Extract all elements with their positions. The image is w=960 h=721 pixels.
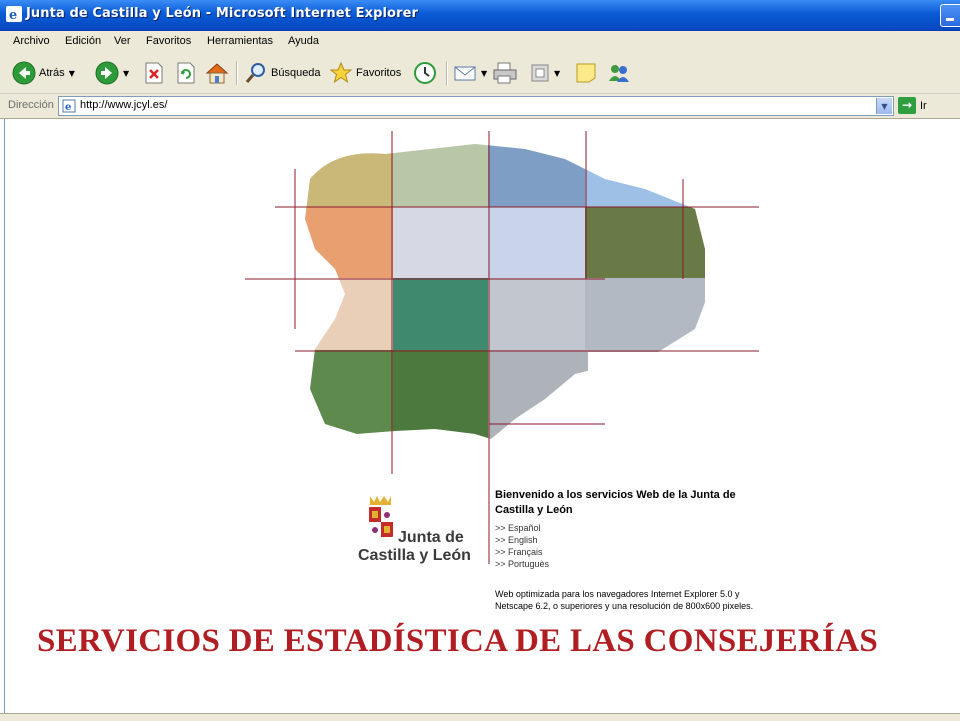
menu-favoritos[interactable]: Favoritos (146, 35, 191, 47)
print-button[interactable] (492, 59, 518, 87)
notes-button[interactable] (574, 59, 598, 87)
office-photo (393, 207, 490, 280)
history-icon (414, 62, 436, 84)
refresh-icon (177, 62, 195, 84)
welcome-panel: Bienvenido a los servicios Web de la Jun… (495, 488, 765, 612)
logo-line1: Junta de (398, 529, 464, 546)
messenger-icon (609, 65, 629, 82)
forest-photo (305, 350, 395, 439)
menu-herramientas[interactable]: Herramientas (207, 35, 273, 47)
home-icon (205, 63, 229, 84)
logo-line2: Castilla y León (358, 547, 471, 564)
forward-arrow-icon (95, 61, 119, 85)
mail-icon (454, 66, 476, 81)
rock-photo (488, 350, 588, 439)
menu-edicion[interactable]: Edición (65, 35, 101, 47)
go-arrow-icon: → (898, 97, 916, 114)
edit-button[interactable]: ▼ (530, 59, 560, 87)
window-title: Junta de Castilla y León - Microsoft Int… (26, 6, 419, 21)
svg-text:e: e (9, 8, 17, 22)
snow-mountain-photo (585, 278, 705, 352)
page-viewport[interactable]: Junta de Castilla y León Bienvenido a lo… (4, 119, 960, 713)
window-title-bar[interactable]: e Junta de Castilla y León - Microsoft I… (0, 0, 960, 31)
chevron-down-icon[interactable]: ▼ (69, 69, 75, 78)
browser-note: Web optimizada para los navegadores Inte… (495, 589, 754, 611)
mail-button[interactable]: ▼ (453, 59, 487, 87)
child-photo (305, 278, 395, 352)
welcome-heading: Bienvenido a los servicios Web de la Jun… (495, 489, 736, 516)
language-list: >> Español >> English >> Français >> Por… (495, 522, 765, 570)
stop-icon (145, 62, 163, 84)
banknotes-photo (305, 144, 395, 209)
ie-app-icon: e (6, 6, 22, 22)
language-link-english[interactable]: >> English (495, 534, 765, 546)
print-icon (493, 62, 517, 84)
page-icon: e (62, 99, 76, 113)
coat-of-arms-icon (369, 496, 393, 537)
note-icon (576, 63, 596, 83)
history-button[interactable] (413, 59, 437, 87)
address-url[interactable]: http://www.jcyl.es/ (80, 99, 167, 111)
address-input[interactable]: e http://www.jcyl.es/ ▼ (58, 96, 894, 116)
stop-button[interactable] (143, 59, 165, 87)
chevron-down-icon[interactable]: ▼ (554, 69, 560, 78)
search-icon (245, 63, 265, 83)
banknotes-photo (393, 144, 490, 209)
banner-title: SERVICIOS DE ESTADÍSTICA DE LAS CONSEJER… (37, 623, 878, 659)
toolbar-separator (446, 61, 448, 85)
surgeons-photo (393, 278, 490, 352)
language-link-espanol[interactable]: >> Español (495, 522, 765, 534)
menu-archivo[interactable]: Archivo (13, 35, 50, 47)
back-button[interactable]: Atrás ▼ (12, 59, 75, 87)
menu-ver[interactable]: Ver (114, 35, 131, 47)
address-dropdown-chevron-icon[interactable]: ▼ (876, 98, 892, 114)
address-bar: Dirección e http://www.jcyl.es/ ▼ → Ir (0, 94, 960, 119)
chevron-down-icon[interactable]: ▼ (481, 69, 487, 78)
search-button[interactable]: Búsqueda (244, 59, 321, 87)
woman-computer-photo (488, 207, 588, 280)
forward-button[interactable]: ▼ (95, 59, 129, 87)
favorites-button[interactable]: Favoritos (329, 59, 401, 87)
favorites-label: Favoritos (356, 67, 402, 79)
girl-photo (305, 207, 395, 280)
standard-toolbar: Atrás ▼ ▼ Búsqueda Favoritos ▼ ▼ (0, 53, 960, 94)
snow-hikers-photo (488, 278, 588, 352)
language-link-portugues[interactable]: >> Portuguès (495, 558, 765, 570)
pine-forest-photo (393, 350, 490, 439)
road-landscape-photo (585, 207, 705, 280)
home-button[interactable] (205, 59, 229, 87)
toolbar-separator (236, 61, 238, 85)
sky-photo (585, 144, 705, 209)
menu-ayuda[interactable]: Ayuda (288, 35, 319, 47)
minimize-button[interactable] (940, 4, 960, 27)
edit-page-icon (531, 64, 549, 82)
language-link-francais[interactable]: >> Français (495, 546, 765, 558)
woman-computer-photo (488, 144, 588, 209)
chevron-down-icon[interactable]: ▼ (123, 69, 129, 78)
menu-bar: Archivo Edición Ver Favoritos Herramient… (0, 31, 960, 54)
go-label: Ir (920, 99, 927, 112)
back-arrow-icon (12, 61, 36, 85)
svg-text:e: e (65, 102, 71, 113)
back-label: Atrás (39, 67, 65, 79)
address-label: Dirección (8, 99, 54, 111)
messenger-button[interactable] (606, 59, 632, 87)
refresh-button[interactable] (175, 59, 197, 87)
star-icon (329, 61, 353, 84)
go-button[interactable]: → Ir (898, 97, 927, 114)
minimize-icon (946, 18, 954, 21)
search-label: Búsqueda (271, 67, 321, 79)
